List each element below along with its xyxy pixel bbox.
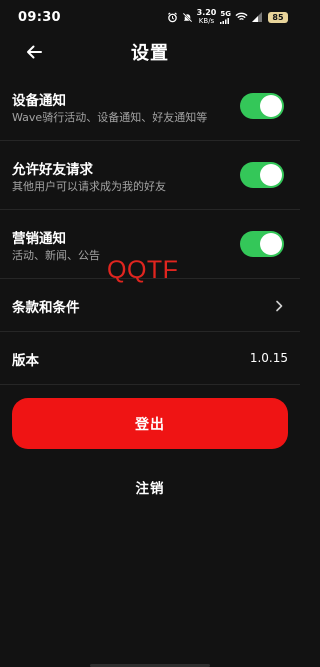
version-row: 版本 1.0.15	[0, 332, 300, 385]
logout-button[interactable]: 登出	[12, 398, 288, 449]
device-notification-subtitle: Wave骑行活动、设备通知、好友通知等	[12, 111, 208, 124]
mute-icon	[182, 12, 193, 23]
friend-requests-subtitle: 其他用户可以请求成为我的好友	[12, 180, 166, 193]
toggle-knob	[260, 233, 282, 255]
device-notification-title: 设备通知	[12, 93, 66, 109]
version-title: 版本	[12, 353, 39, 369]
device-notification-toggle[interactable]	[240, 93, 284, 119]
net-speed: 3.20 KB/s	[196, 8, 217, 26]
marketing-notification-toggle[interactable]	[240, 231, 284, 257]
watermark: QQTF	[107, 256, 179, 284]
net-speed-unit: KB/s	[198, 17, 215, 25]
marketing-notification-subtitle: 活动、新闻、公告	[12, 249, 100, 262]
marketing-notification-title: 营销通知	[12, 231, 66, 247]
version-value: 1.0.15	[249, 351, 288, 365]
settings-list: 设备通知 Wave骑行活动、设备通知、好友通知等 允许好友请求 其他用户可以请求…	[0, 72, 300, 385]
toggle-knob	[260, 164, 282, 186]
wifi-icon	[235, 12, 248, 22]
page-title: 设置	[131, 43, 169, 64]
deregister-button[interactable]: 注销	[0, 477, 300, 497]
toggle-knob	[260, 95, 282, 117]
friend-requests-toggle[interactable]	[240, 162, 284, 188]
signal-5g-icon: 5G	[220, 9, 231, 24]
friend-requests-row: 允许好友请求 其他用户可以请求成为我的好友	[0, 141, 300, 210]
terms-title: 条款和条件	[12, 300, 80, 316]
friend-requests-title: 允许好友请求	[12, 162, 93, 178]
device-notification-row: 设备通知 Wave骑行活动、设备通知、好友通知等	[0, 72, 300, 141]
alarm-icon	[167, 11, 178, 23]
status-bar: 09:30 3.20 KB/s 5G 85	[0, 0, 300, 34]
chevron-right-icon	[276, 300, 283, 312]
status-icons: 3.20 KB/s 5G 85	[167, 9, 288, 25]
status-time: 09:30	[18, 9, 61, 25]
nav-bar: 设置	[0, 34, 300, 70]
net-speed-value: 3.20	[196, 8, 217, 17]
battery-icon: 85	[268, 11, 288, 23]
signal-icon	[252, 12, 264, 22]
signal-label: 5G	[220, 9, 231, 18]
terms-row[interactable]: 条款和条件	[0, 279, 300, 332]
